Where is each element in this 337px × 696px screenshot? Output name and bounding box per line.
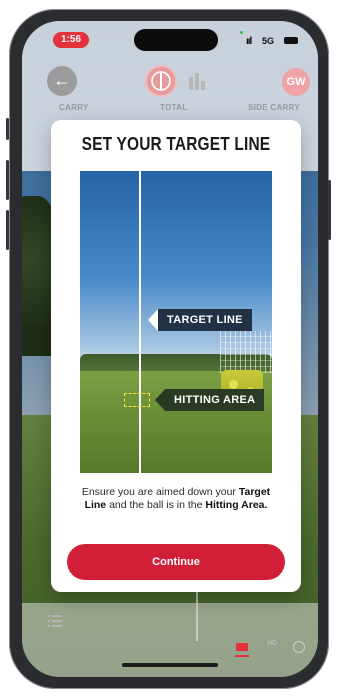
target-icon: [151, 71, 171, 91]
target-mode-button[interactable]: [145, 65, 177, 97]
battery-icon: [284, 37, 298, 44]
instruction-part2: and the ball is in the: [106, 499, 206, 511]
target-line-modal: SET YOUR TARGET LINE TARGET LINE HITTING…: [51, 120, 301, 592]
arrow-left-icon: ←: [53, 70, 71, 90]
hitting-area-pointer-icon: [155, 389, 165, 411]
status-time: 1:56: [53, 32, 89, 48]
app-screen: 1:56 ııl 5G ← GW CARRY TOTAL SIDE CARRY: [22, 21, 318, 677]
signal-icon: ııl: [246, 36, 252, 47]
active-mode-indicator: [235, 655, 249, 657]
hitting-area-tag: HITTING AREA: [165, 389, 265, 411]
carry-label: CARRY: [59, 103, 89, 112]
instruction-text: Ensure you are aimed down your Target Li…: [73, 486, 279, 512]
total-label: TOTAL: [160, 103, 188, 112]
hitting-area-marker: [124, 393, 150, 407]
continue-button[interactable]: Continue: [67, 544, 285, 580]
club-badge[interactable]: GW: [282, 68, 310, 96]
instruction-part1: Ensure you are aimed down your: [81, 486, 239, 498]
instruction-hitting-area: Hitting Area.: [205, 499, 268, 511]
dynamic-island: [134, 29, 218, 51]
camera-indicator-icon: [240, 31, 243, 34]
back-button[interactable]: ←: [47, 66, 77, 96]
status-bar: 1:56 ııl 5G: [22, 29, 318, 55]
target-line-marker: [139, 171, 141, 473]
bar-chart-icon[interactable]: [187, 71, 207, 91]
target-line-tag: TARGET LINE: [158, 309, 252, 331]
modal-title: SET YOUR TARGET LINE: [81, 134, 271, 154]
target-line-illustration: TARGET LINE HITTING AREA: [80, 171, 272, 473]
settings-circle-icon[interactable]: [293, 641, 305, 653]
phone-power-button: [328, 180, 331, 240]
home-indicator: [122, 663, 218, 667]
target-line-pointer-icon: [148, 309, 158, 331]
network-label: 5G: [262, 36, 275, 46]
phone-volume-up: [6, 160, 9, 200]
video-camera-icon[interactable]: [236, 643, 248, 651]
list-icon[interactable]: [48, 614, 62, 628]
hd-toggle[interactable]: HD: [267, 640, 277, 647]
illustration-net: [220, 331, 272, 373]
side-carry-label: SIDE CARRY: [248, 103, 301, 112]
phone-volume-down: [6, 210, 9, 250]
phone-mute-switch: [6, 118, 9, 140]
